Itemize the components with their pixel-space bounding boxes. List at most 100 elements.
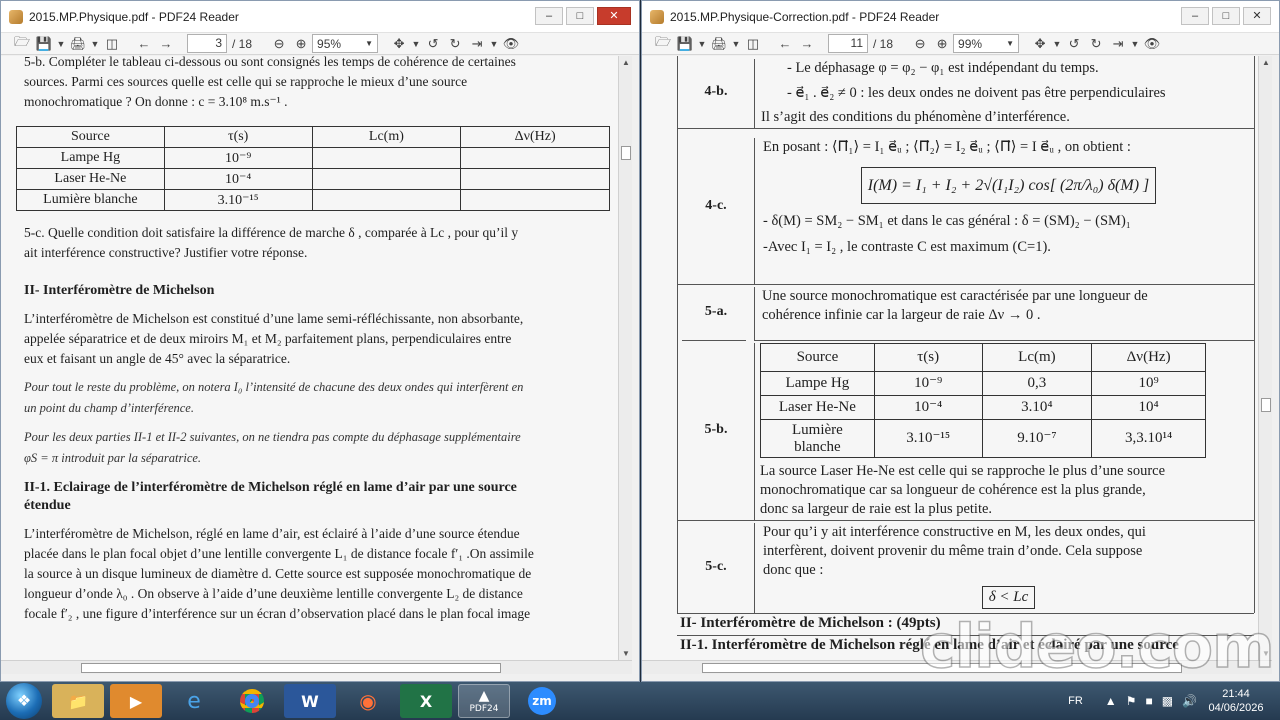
zoom-out-icon[interactable]: ⊖ [909,34,931,54]
close-button[interactable]: ✕ [597,6,631,25]
zoom-in-icon[interactable]: ⊕ [931,34,953,54]
pdf-page: 5-b. Compléter le tableau ci-dessous ou … [9,56,611,624]
chevron-down-icon[interactable]: ▼ [1129,34,1141,54]
zoom-in-icon[interactable]: ⊕ [290,34,312,54]
zoom-select[interactable]: 99% ▼ [953,34,1020,53]
rotate-left-icon[interactable]: ↺ [1063,34,1085,54]
answer-line: Il s’agit des conditions du phénomène d’… [761,109,1070,125]
internet-explorer-icon[interactable]: e [168,684,220,718]
file-explorer-icon[interactable]: 📁 [52,684,104,718]
language-indicator[interactable]: FR [1068,695,1083,707]
page-number-input[interactable]: 3 [187,34,227,53]
view-icon[interactable]: 👁 [500,34,522,54]
table-cell: Lampe Hg [16,147,165,169]
answer-cell: En posant : ⟨Π⃗₁⟩ = I₁ e⃗ᵤ ; ⟨Π⃗₂⟩ = I₂ … [754,138,1254,284]
minimize-button[interactable]: – [1181,6,1209,25]
network-icon[interactable]: ▩ [1162,694,1173,708]
section-title: II- Interféromètre de Michelson : (49pts… [680,615,941,631]
security-icon[interactable]: ■ [1145,694,1152,708]
question-label: 4-b. [677,56,754,128]
media-player-icon[interactable]: ▶ [110,684,162,718]
save-icon[interactable]: 💾 [674,34,696,54]
excel-icon[interactable]: X [400,684,452,718]
page-number-input[interactable]: 11 [828,34,868,53]
vertical-scrollbar[interactable]: ▲ ▼ [618,56,632,660]
close-button[interactable]: ✕ [1243,6,1271,25]
pdf24-taskbar-icon[interactable]: ▲ PDF24 [458,684,510,718]
document-viewport[interactable]: 5-b. Compléter le tableau ci-dessous ou … [1,56,618,660]
scroll-up-icon[interactable]: ▲ [622,58,630,67]
sidebar-toggle-icon[interactable]: ◫ [101,34,123,54]
previous-page-icon[interactable]: ← [133,34,155,54]
view-icon[interactable]: 👁 [1141,34,1163,54]
next-page-icon[interactable]: → [155,34,177,54]
chrome-icon[interactable] [226,684,278,718]
chevron-down-icon[interactable]: ▼ [1051,34,1063,54]
zoom-out-icon[interactable]: ⊖ [268,34,290,54]
page-total: / 18 [232,36,253,51]
table-cell [460,168,610,190]
scroll-thumb[interactable] [1261,398,1271,412]
paragraph-line: L’interféromètre de Michelson est consti… [24,311,524,326]
start-button[interactable]: ❖ [6,683,42,719]
open-folder-icon[interactable]: 🗁 [652,34,674,54]
table-header: Δν(Hz) [1091,343,1206,372]
chevron-down-icon[interactable]: ▼ [696,34,708,54]
chevron-down-icon[interactable]: ▼ [730,34,742,54]
paragraph-line: L’interféromètre de Michelson, réglé en … [24,526,520,541]
zoom-app-icon[interactable]: zm [516,684,568,718]
rotate-right-icon[interactable]: ↻ [1085,34,1107,54]
scroll-down-icon[interactable]: ▼ [622,649,630,658]
chevron-down-icon[interactable]: ▼ [89,34,101,54]
interference-formula: I(M) = I₁ + I₂ + 2√(I₁I₂) cos[ (2π/λ₀) δ… [860,167,1157,204]
open-folder-icon[interactable]: 🗁 [11,34,33,54]
maximize-button[interactable]: □ [566,6,594,25]
question-label: 5-b. [677,340,754,520]
question-label: 5-a. [677,284,754,340]
next-page-icon[interactable]: → [796,34,818,54]
chevron-down-icon[interactable]: ▼ [55,34,67,54]
table-row: Lumière blanche 3.10⁻¹⁵ [16,189,610,211]
fit-width-icon[interactable]: ⇥ [466,34,488,54]
scroll-thumb[interactable] [702,663,1182,673]
show-hidden-icons-icon[interactable]: ▲ [1105,694,1117,708]
horizontal-scrollbar[interactable] [642,660,1272,674]
fit-width-icon[interactable]: ⇥ [1107,34,1129,54]
zoom-select[interactable]: 95% ▼ [312,34,379,53]
vertical-scrollbar[interactable]: ▲ ▼ [1258,56,1272,660]
horizontal-scrollbar[interactable] [1,660,632,674]
firefox-icon[interactable]: ◉ [342,684,394,718]
rotate-left-icon[interactable]: ↺ [422,34,444,54]
answer-line: interfèrent, doivent provenir du même tr… [763,543,1143,559]
scroll-down-icon[interactable]: ▼ [1262,649,1270,658]
scroll-thumb[interactable] [621,146,631,160]
previous-page-icon[interactable]: ← [774,34,796,54]
word-icon[interactable]: W [284,684,336,718]
title-bar[interactable]: 2015.MP.Physique.pdf - PDF24 Reader – □ … [1,1,639,33]
paragraph-line: focale f′₂ , une figure d’interférence s… [24,606,531,621]
pan-tool-icon[interactable]: ✥ [1029,34,1051,54]
document-viewport[interactable]: 4-b. - Le déphasage φ = φ₂ − φ₁ est indé… [642,56,1258,660]
scroll-thumb[interactable] [81,663,501,673]
correction-page: 4-b. - Le déphasage φ = φ₂ − φ₁ est indé… [677,56,1257,660]
clock[interactable]: 21:44 04/06/2026 [1206,687,1266,715]
scroll-up-icon[interactable]: ▲ [1262,58,1270,67]
table-header: Source [16,126,165,148]
table-cell: Lampe Hg [760,371,875,396]
title-bar[interactable]: 2015.MP.Physique-Correction.pdf - PDF24 … [642,1,1279,33]
save-icon[interactable]: 💾 [33,34,55,54]
chevron-down-icon[interactable]: ▼ [410,34,422,54]
volume-icon[interactable]: 🔊 [1182,694,1197,708]
chevron-down-icon[interactable]: ▼ [488,34,500,54]
table-cell: 10⁻⁹ [873,371,983,396]
print-icon[interactable]: 🖨 [67,34,89,54]
print-icon[interactable]: 🖨 [708,34,730,54]
sidebar-toggle-icon[interactable]: ◫ [742,34,764,54]
subsection-title: II-1. Interféromètre de Michelson réglé … [680,637,1179,653]
minimize-button[interactable]: – [535,6,563,25]
rotate-right-icon[interactable]: ↻ [444,34,466,54]
maximize-button[interactable]: □ [1212,6,1240,25]
question-text: 5-c. Quelle condition doit satisfaire la… [24,225,519,240]
flag-icon[interactable]: ⚑ [1126,694,1137,708]
pan-tool-icon[interactable]: ✥ [388,34,410,54]
